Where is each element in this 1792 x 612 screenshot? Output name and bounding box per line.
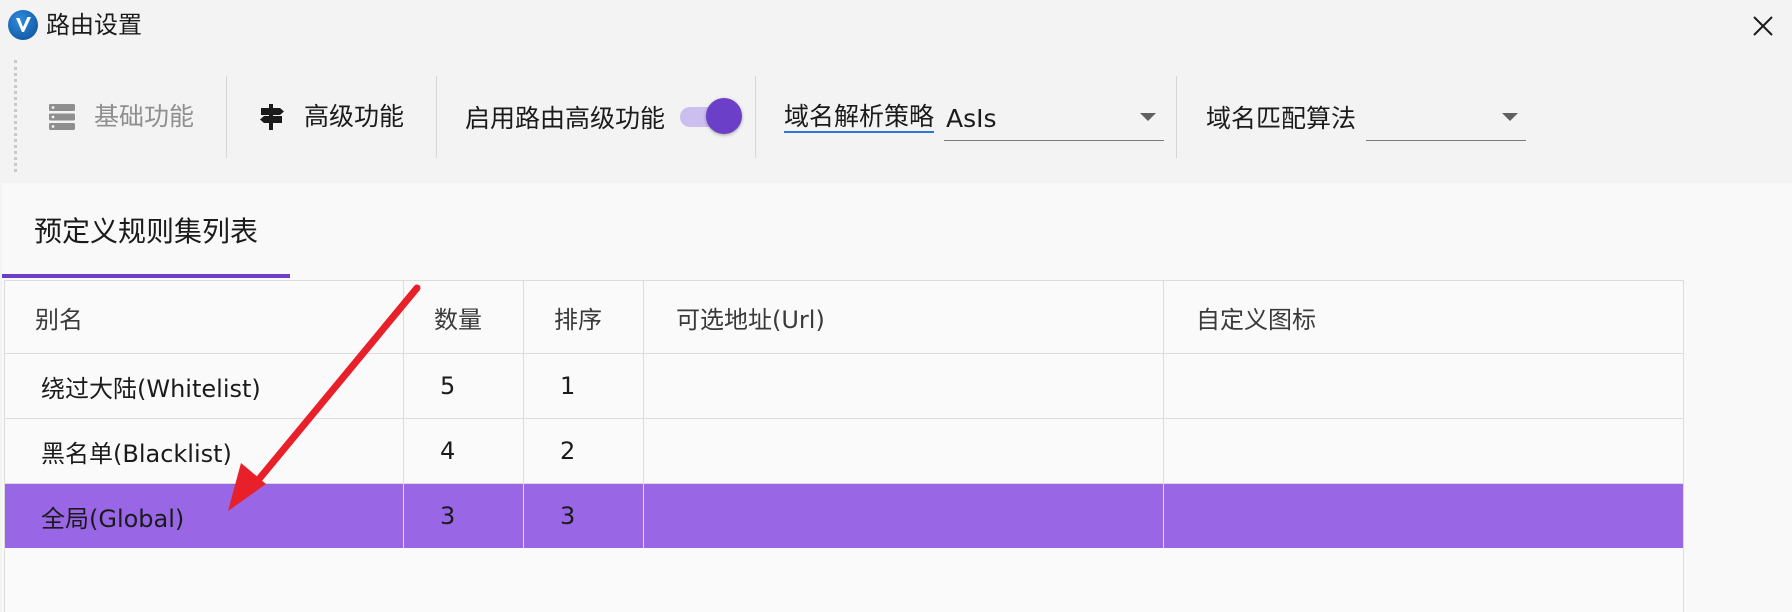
cell-order[interactable]: 1 (524, 354, 644, 418)
server-list-icon (49, 104, 75, 130)
signpost-icon (260, 104, 284, 130)
chevron-down-icon (1502, 113, 1518, 121)
close-button[interactable] (1734, 0, 1792, 51)
advanced-features-button[interactable]: 高级功能 (258, 101, 404, 133)
cell-order[interactable]: 2 (524, 419, 644, 483)
enable-advanced-routing-label: 启用路由高级功能 (465, 104, 666, 133)
toggle-knob (706, 98, 742, 134)
dns-strategy-value: AsIs (946, 104, 997, 133)
cell-alias[interactable]: 绕过大陆(Whitelist) (5, 354, 404, 418)
table-row[interactable]: 绕过大陆(Whitelist) 5 1 (5, 354, 1683, 419)
chevron-down-icon (1140, 113, 1156, 121)
column-header-alias[interactable]: 别名 (5, 281, 404, 353)
window-title: 路由设置 (46, 11, 142, 39)
table-row[interactable]: 黑名单(Blacklist) 4 2 (5, 419, 1683, 484)
column-header-order[interactable]: 排序 (524, 281, 644, 353)
tab-active-indicator (2, 274, 290, 278)
column-header-url[interactable]: 可选地址(Url) (644, 281, 1164, 353)
advanced-features-label: 高级功能 (304, 102, 405, 131)
dns-strategy-select[interactable]: AsIs (944, 97, 1164, 141)
enable-advanced-routing-toggle[interactable] (680, 98, 744, 134)
column-header-custom-icon[interactable]: 自定义图标 (1164, 281, 1683, 353)
table-header-row: 别名 数量 排序 可选地址(Url) 自定义图标 (5, 281, 1683, 354)
v-logo-icon (8, 10, 38, 40)
cell-alias[interactable]: 黑名单(Blacklist) (5, 419, 404, 483)
cell-custom-icon[interactable] (1164, 484, 1683, 548)
toolbar-separator (1176, 76, 1177, 158)
rulesets-table: 别名 数量 排序 可选地址(Url) 自定义图标 绕过大陆(Whitelist)… (4, 280, 1684, 612)
toolbar-separator (755, 76, 756, 158)
toolbar-separator (226, 76, 227, 158)
domain-match-algorithm-select[interactable] (1366, 97, 1526, 141)
cell-url[interactable] (644, 354, 1164, 418)
toolbar-grip[interactable] (14, 60, 17, 172)
title-bar: 路由设置 (0, 0, 1792, 51)
cell-count[interactable]: 3 (404, 484, 524, 548)
dns-strategy-label[interactable]: 域名解析策略 (784, 103, 935, 133)
basic-features-button[interactable]: 基础功能 (48, 101, 194, 133)
column-header-count[interactable]: 数量 (404, 281, 524, 353)
cell-url[interactable] (644, 419, 1164, 483)
cell-url[interactable] (644, 484, 1164, 548)
cell-custom-icon[interactable] (1164, 419, 1683, 483)
basic-features-label: 基础功能 (94, 102, 195, 131)
table-row-selected[interactable]: 全局(Global) 3 3 (5, 484, 1683, 548)
cell-count[interactable]: 5 (404, 354, 524, 418)
toolbar-separator (436, 76, 437, 158)
domain-match-algorithm-label: 域名匹配算法 (1206, 104, 1357, 133)
close-icon (1753, 15, 1773, 36)
cell-order[interactable]: 3 (524, 484, 644, 548)
cell-count[interactable]: 4 (404, 419, 524, 483)
cell-alias[interactable]: 全局(Global) (5, 484, 404, 548)
cell-custom-icon[interactable] (1164, 354, 1683, 418)
tab-predefined-rulesets[interactable]: 预定义规则集列表 (34, 212, 258, 252)
